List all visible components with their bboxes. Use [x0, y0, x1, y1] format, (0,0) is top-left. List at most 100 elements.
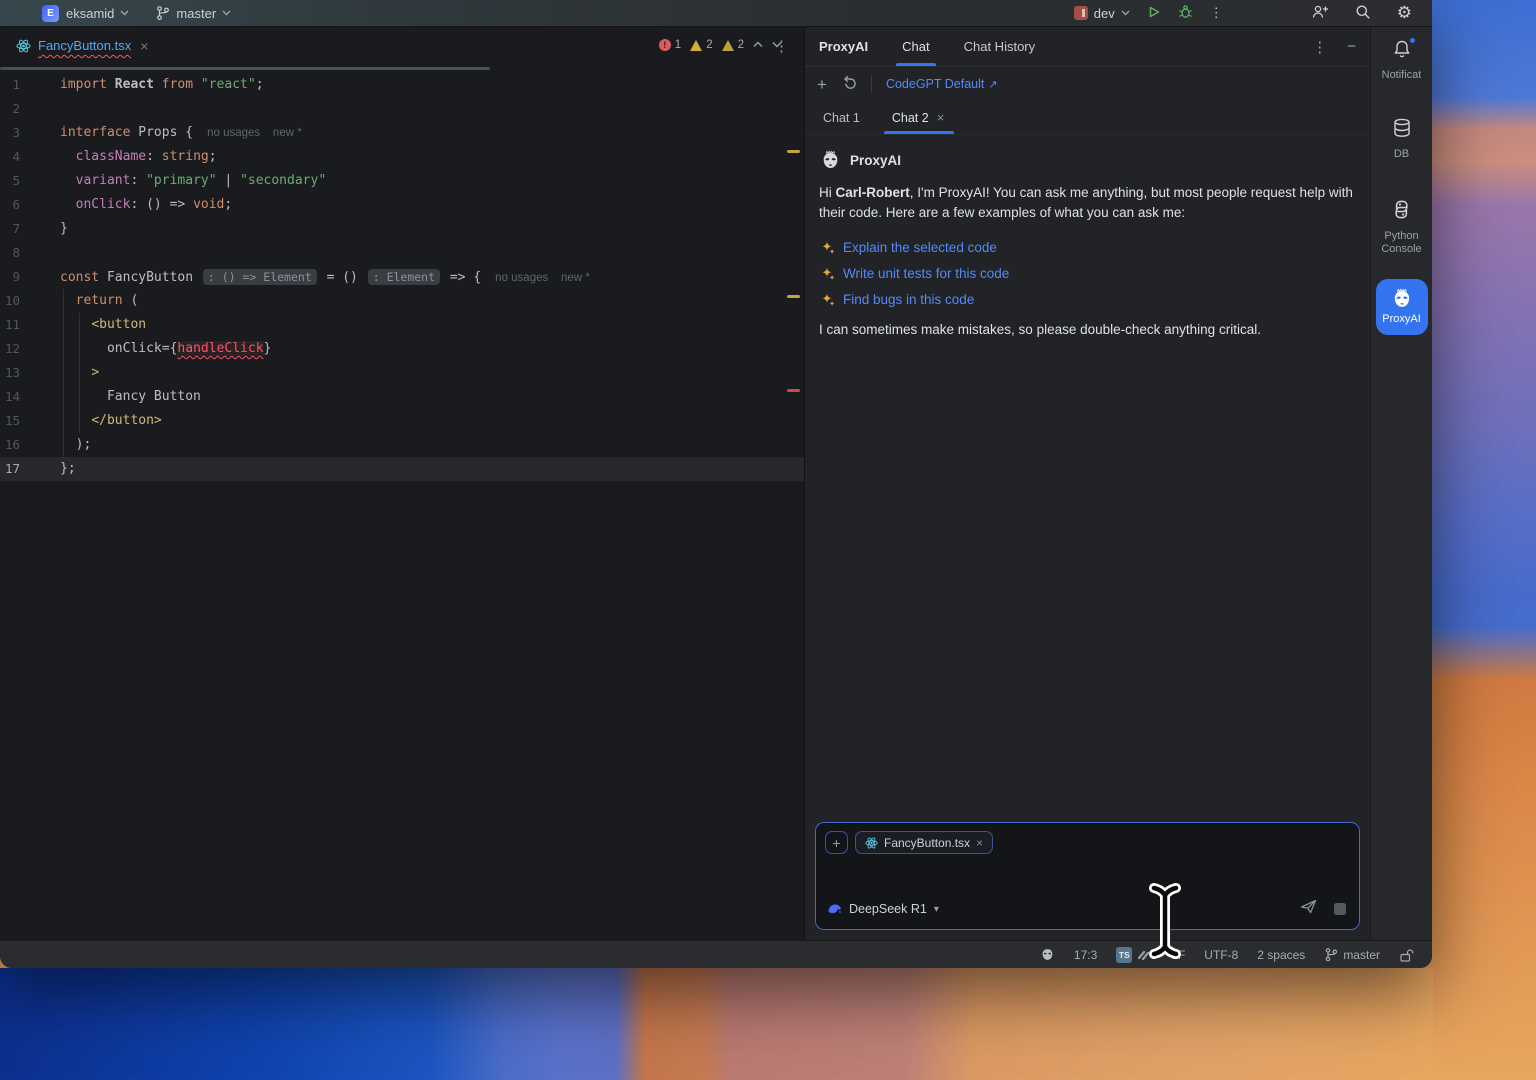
error-count: 1 — [674, 39, 682, 51]
suggestion-link[interactable]: ✦ Explain the selected code — [819, 234, 1356, 260]
chat-tab-close-icon[interactable]: × — [937, 110, 945, 125]
attachment-chip[interactable]: FancyButton.tsx × — [855, 831, 994, 854]
tab-chat[interactable]: Chat — [896, 27, 937, 66]
stripe-label: Notificat — [1381, 69, 1422, 81]
code-line[interactable]: 3 interface Props {no usages new * — [0, 121, 804, 145]
code-line[interactable]: 11 <button — [0, 313, 804, 337]
line-number: 16 — [4, 437, 20, 452]
settings-gear-button[interactable]: ⚙ — [1397, 3, 1412, 23]
lock-widget[interactable] — [1399, 948, 1414, 962]
text-cursor-pointer — [1143, 882, 1187, 965]
error-stripe-warning[interactable] — [787, 150, 800, 153]
minimize-icon[interactable]: − — [1347, 38, 1356, 55]
suggestions: ✦ Explain the selected code ✦ Write unit te… — [819, 234, 1356, 312]
sparkle-icon: ✦ — [819, 239, 835, 256]
code-line[interactable]: 4 className: string; — [0, 145, 804, 169]
code-line[interactable]: 15 </button> — [0, 409, 804, 433]
disclaimer-text: I can sometimes make mistakes, so please… — [819, 322, 1261, 338]
run-button[interactable] — [1147, 5, 1161, 22]
tab-close-icon[interactable]: × — [140, 38, 148, 54]
chat-tab-2-label: Chat 2 — [891, 110, 929, 125]
code-line[interactable]: 10 return ( — [0, 289, 804, 313]
code-line[interactable]: 6 onClick: () => void; — [0, 193, 804, 217]
error-stripe-error[interactable] — [787, 389, 800, 392]
search-everywhere-button[interactable] — [1355, 4, 1371, 23]
codegpt-default-link[interactable]: CodeGPT Default ↗ — [886, 77, 998, 91]
stripe-label: Python Console — [1381, 229, 1422, 256]
code-line[interactable]: 13 > — [0, 361, 804, 385]
suggestion-text: Find bugs in this code — [843, 291, 975, 307]
tab-chat-history[interactable]: Chat History — [960, 27, 1040, 66]
usages-hint[interactable]: no usages new * — [207, 127, 302, 139]
bell-icon — [1391, 37, 1416, 65]
code-line[interactable]: 5 variant: "primary" | "secondary" — [0, 169, 804, 193]
code-line[interactable]: 17}; — [0, 457, 804, 481]
chat-session-tabs: Chat 1 Chat 2 × — [805, 101, 1370, 135]
more-actions-kebab[interactable]: ⋮ — [1210, 5, 1223, 21]
run-config-selector[interactable]: dev — [1073, 6, 1130, 21]
suggestion-link[interactable]: ✦ Write unit tests for this code — [819, 260, 1356, 286]
stripe-item-python-console[interactable]: Python Console — [1371, 198, 1432, 258]
python-icon — [1390, 198, 1413, 226]
stripe-item-notifications[interactable]: Notificat — [1371, 37, 1432, 83]
suggestion-link[interactable]: ✦ Find bugs in this code — [819, 286, 1356, 312]
branch-widget[interactable]: master — [1324, 947, 1380, 962]
panel-title: ProxyAI — [819, 39, 869, 54]
stop-button[interactable] — [1334, 903, 1346, 915]
sparkle-icon: ✦ — [819, 291, 835, 308]
line-number: 7 — [12, 221, 20, 236]
code-with-me-button[interactable] — [1311, 4, 1329, 22]
line-number: 12 — [4, 341, 20, 356]
line-number: 6 — [12, 197, 20, 212]
chat-toolbar: + CodeGPT Default ↗ — [805, 67, 1370, 101]
code-line[interactable]: 8 — [0, 241, 804, 265]
proxyai-avatar — [819, 149, 841, 171]
chat-input-box[interactable]: + FancyButton.tsx × DeepSeek R1 ▾ — [815, 822, 1360, 930]
caret-position[interactable]: 17:3 — [1074, 948, 1097, 962]
external-link-icon: ↗ — [988, 78, 998, 91]
warning-icon — [690, 39, 703, 51]
send-button[interactable] — [1299, 898, 1318, 920]
code-line[interactable]: 14 Fancy Button — [0, 385, 804, 409]
stripe-item-proxyai-active[interactable]: ProxyAI — [1375, 279, 1428, 335]
chevron-down-icon — [222, 10, 231, 16]
add-context-button[interactable]: + — [825, 831, 848, 854]
notification-badge — [1408, 37, 1416, 44]
code-editor[interactable]: 1 import React from "react"; 2 3 interface P… — [0, 65, 804, 940]
new-chat-plus-button[interactable]: + — [817, 76, 827, 93]
encoding-widget[interactable]: UTF-8 — [1204, 948, 1238, 962]
chat-tab-2[interactable]: Chat 2 × — [883, 110, 955, 134]
model-selector[interactable]: DeepSeek R1 ▾ — [827, 902, 939, 916]
code-line[interactable]: 2 — [0, 97, 804, 121]
error-stripe-warning[interactable] — [787, 295, 800, 298]
project-name: eksamid — [66, 5, 115, 21]
next-problem-chevron[interactable] — [772, 39, 782, 51]
panel-options-kebab[interactable]: ⋮ — [1312, 38, 1327, 56]
suggestion-text: Explain the selected code — [843, 239, 997, 255]
vcs-branch-selector[interactable]: master — [155, 5, 231, 21]
attachment-close-icon[interactable]: × — [976, 836, 983, 850]
chat-tab-1[interactable]: Chat 1 — [819, 111, 870, 134]
debug-button[interactable] — [1178, 4, 1193, 22]
proxyai-mask-icon — [1394, 288, 1409, 307]
line-number: 14 — [4, 389, 20, 404]
git-branch-icon — [1326, 948, 1338, 962]
code-line[interactable]: 9 const FancyButton : () => Element = () … — [0, 265, 804, 289]
editor-area: FancyButton.tsx × ⋮ 1 import React from "… — [0, 27, 805, 940]
code-line[interactable]: 7} — [0, 217, 804, 241]
prev-problem-chevron[interactable] — [753, 39, 763, 51]
codegpt-link-label: CodeGPT Default — [885, 77, 985, 91]
usages-hint[interactable]: no usages new * — [495, 272, 590, 284]
proxyai-status-icon[interactable] — [1040, 947, 1055, 962]
indent-guide — [79, 313, 80, 433]
code-line[interactable]: 16 ); — [0, 433, 804, 457]
inspections-widget[interactable]: ! 1 2 2 — [658, 39, 782, 51]
code-line[interactable]: 12 onClick={handleClick} — [0, 337, 804, 361]
project-selector[interactable]: eksamid — [66, 6, 129, 21]
stripe-item-db[interactable]: DB — [1371, 117, 1432, 162]
branch-name: master — [1343, 947, 1380, 962]
editor-tab-fancybutton[interactable]: FancyButton.tsx × — [10, 27, 154, 64]
code-line[interactable]: 1 import React from "react"; — [0, 73, 804, 97]
indent-widget[interactable]: 2 spaces — [1257, 948, 1305, 962]
reset-chat-button[interactable] — [841, 74, 857, 95]
